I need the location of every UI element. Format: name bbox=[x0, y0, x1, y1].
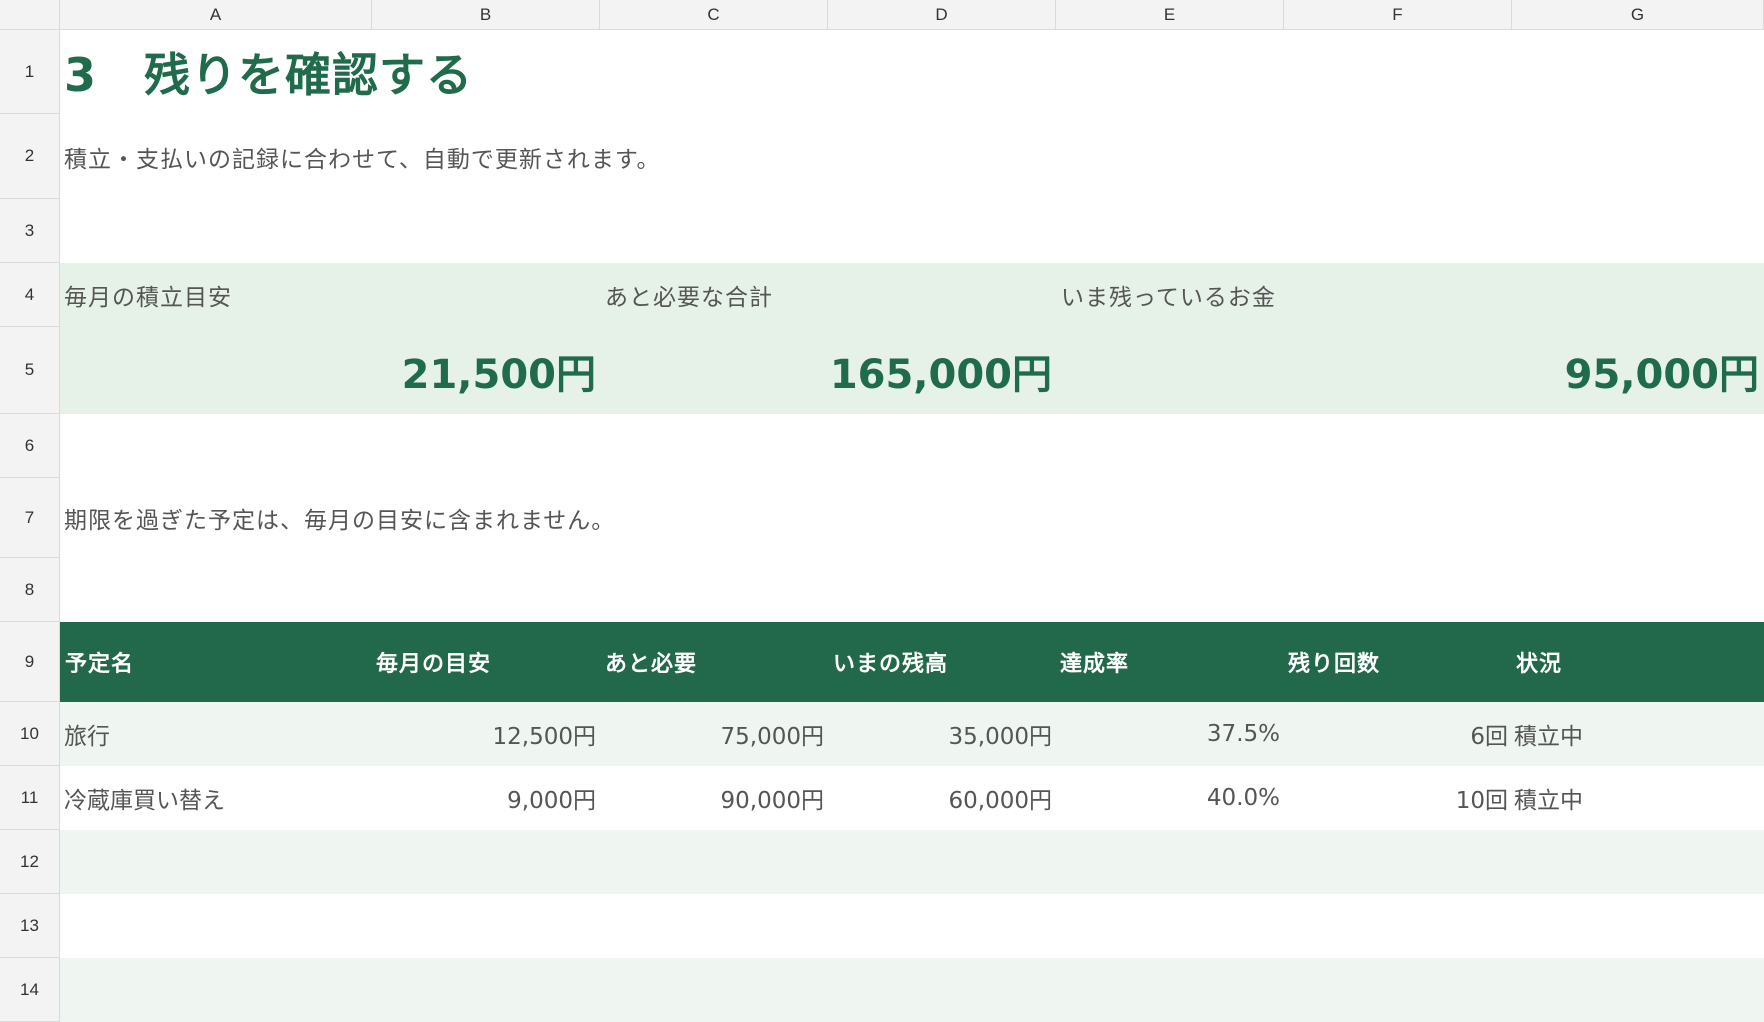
table-cell-needed[interactable]: 90,000円 bbox=[600, 766, 824, 830]
table-cell-progress[interactable]: 37.5% bbox=[1056, 702, 1280, 766]
row-header-13[interactable]: 13 bbox=[0, 894, 60, 958]
column-title-remaining-count[interactable]: 残り回数 bbox=[1288, 622, 1380, 702]
table-cell-remaining-count[interactable]: 6回 bbox=[1284, 702, 1508, 766]
column-title-monthly[interactable]: 毎月の目安 bbox=[376, 622, 491, 702]
table-cell-balance[interactable]: 60,000円 bbox=[828, 766, 1052, 830]
column-header-d[interactable]: D bbox=[828, 0, 1056, 30]
row-header-7[interactable]: 7 bbox=[0, 478, 60, 558]
remaining-money-value[interactable]: 95,000円 bbox=[1056, 327, 1759, 414]
table-cell-monthly[interactable]: 9,000円 bbox=[372, 766, 596, 830]
table-row-plain bbox=[60, 894, 1764, 958]
row-header-11[interactable]: 11 bbox=[0, 766, 60, 830]
select-all-corner[interactable] bbox=[0, 0, 60, 30]
row-header-5[interactable]: 5 bbox=[0, 327, 60, 414]
table-cell-remaining-count[interactable]: 10回 bbox=[1284, 766, 1508, 830]
table-cell-balance[interactable]: 35,000円 bbox=[828, 702, 1052, 766]
column-header-g[interactable]: G bbox=[1512, 0, 1764, 30]
table-cell-plan-name[interactable]: 旅行 bbox=[64, 702, 110, 766]
table-cell-plan-name[interactable]: 冷蔵庫買い替え bbox=[64, 766, 225, 830]
column-header-c[interactable]: C bbox=[600, 0, 828, 30]
row-header-1[interactable]: 1 bbox=[0, 30, 60, 114]
table-row-stripe bbox=[60, 830, 1764, 894]
column-header-a[interactable]: A bbox=[60, 0, 372, 30]
monthly-target-value[interactable]: 21,500円 bbox=[60, 327, 596, 414]
page-description[interactable]: 積立・支払いの記録に合わせて、自動で更新されます。 bbox=[64, 114, 661, 199]
column-header-f[interactable]: F bbox=[1284, 0, 1512, 30]
table-cell-monthly[interactable]: 12,500円 bbox=[372, 702, 596, 766]
row-header-4[interactable]: 4 bbox=[0, 263, 60, 327]
column-title-balance[interactable]: いまの残高 bbox=[833, 622, 948, 702]
row-header-2[interactable]: 2 bbox=[0, 114, 60, 199]
table-row-stripe bbox=[60, 958, 1764, 1022]
row-header-10[interactable]: 10 bbox=[0, 702, 60, 766]
table-cell-status[interactable]: 積立中 bbox=[1514, 702, 1583, 766]
remaining-money-label[interactable]: いま残っているお金 bbox=[1061, 263, 1276, 327]
spreadsheet-grid: A B C D E F G 1 2 3 4 5 6 7 8 9 10 11 12… bbox=[0, 0, 1764, 1022]
column-title-progress[interactable]: 達成率 bbox=[1060, 622, 1129, 702]
column-header-e[interactable]: E bbox=[1056, 0, 1284, 30]
column-title-needed[interactable]: あと必要 bbox=[605, 622, 697, 702]
needed-total-value[interactable]: 165,000円 bbox=[600, 327, 1052, 414]
table-cell-needed[interactable]: 75,000円 bbox=[600, 702, 824, 766]
row-header-8[interactable]: 8 bbox=[0, 558, 60, 622]
row-header-6[interactable]: 6 bbox=[0, 414, 60, 478]
table-cell-progress[interactable]: 40.0% bbox=[1056, 766, 1280, 830]
page-title[interactable]: 3 残りを確認する bbox=[64, 30, 473, 114]
row-header-3[interactable]: 3 bbox=[0, 199, 60, 263]
row-header-14[interactable]: 14 bbox=[0, 958, 60, 1022]
column-header-b[interactable]: B bbox=[372, 0, 600, 30]
overdue-note[interactable]: 期限を過ぎた予定は、毎月の目安に含まれません。 bbox=[64, 478, 615, 558]
row-header-12[interactable]: 12 bbox=[0, 830, 60, 894]
needed-total-label[interactable]: あと必要な合計 bbox=[605, 263, 773, 327]
monthly-target-label[interactable]: 毎月の積立目安 bbox=[64, 263, 232, 327]
table-cell-status[interactable]: 積立中 bbox=[1514, 766, 1583, 830]
row-header-9[interactable]: 9 bbox=[0, 622, 60, 702]
column-title-status[interactable]: 状況 bbox=[1516, 622, 1562, 702]
column-title-plan-name[interactable]: 予定名 bbox=[65, 622, 134, 702]
